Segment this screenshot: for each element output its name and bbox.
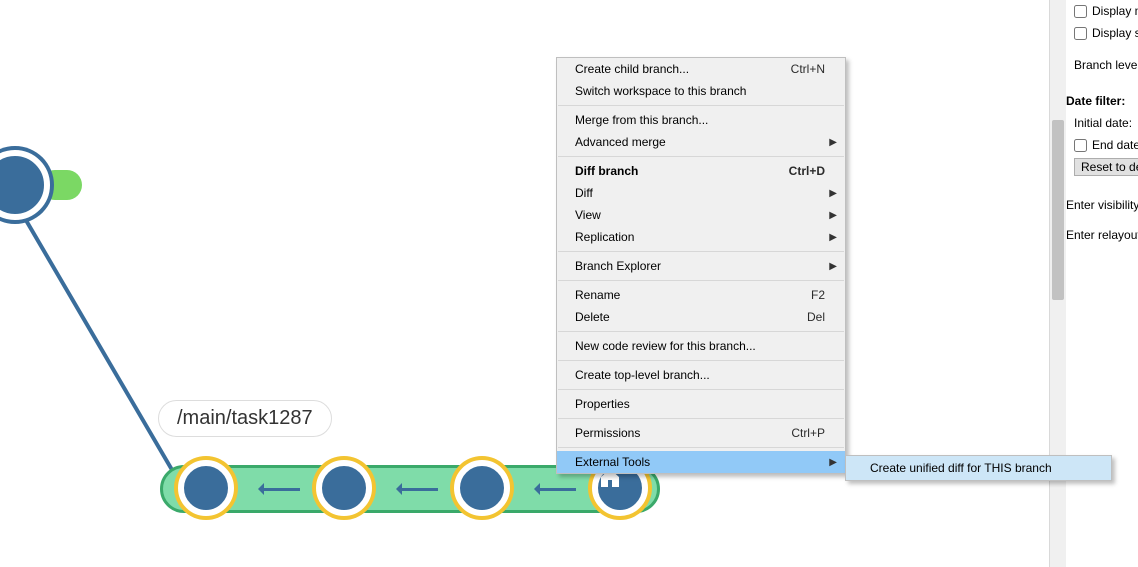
menu-create-child-branch[interactable]: Create child branch... Ctrl+N (557, 58, 845, 80)
menu-create-unified-diff[interactable]: Create unified diff for THIS branch (846, 456, 1111, 480)
enter-visibility-label: Enter visibility (1066, 198, 1138, 212)
menu-merge-from-branch[interactable]: Merge from this branch... (557, 109, 845, 131)
chevron-right-icon: ▶ (829, 457, 837, 468)
commit-node[interactable] (178, 460, 234, 516)
date-filter-heading: Date filter: (1066, 94, 1125, 108)
menu-separator (558, 105, 844, 106)
menu-view[interactable]: View ▶ (557, 204, 845, 226)
commit-node[interactable] (454, 460, 510, 516)
end-date-label: End date (1092, 138, 1138, 152)
display-m-label: Display m (1092, 4, 1138, 18)
branch-context-menu: Create child branch... Ctrl+N Switch wor… (556, 57, 846, 474)
branch-levels-label: Branch level: (1074, 58, 1138, 72)
menu-new-code-review[interactable]: New code review for this branch... (557, 335, 845, 357)
branch-canvas[interactable]: /main/task1287 (0, 0, 1049, 567)
menu-separator (558, 389, 844, 390)
initial-date-label: Initial date: (1074, 116, 1132, 130)
display-m-checkbox[interactable] (1074, 5, 1087, 18)
chevron-right-icon: ▶ (829, 232, 837, 243)
scrollbar-thumb[interactable] (1052, 120, 1064, 300)
menu-diff-branch[interactable]: Diff branch Ctrl+D (557, 160, 845, 182)
end-date-checkbox[interactable] (1074, 139, 1087, 152)
menu-switch-workspace[interactable]: Switch workspace to this branch (557, 80, 845, 102)
menu-separator (558, 331, 844, 332)
menu-replication[interactable]: Replication ▶ (557, 226, 845, 248)
commit-node[interactable] (316, 460, 372, 516)
reset-defaults-button[interactable]: Reset to de (1074, 158, 1138, 176)
display-s-checkbox[interactable] (1074, 27, 1087, 40)
menu-separator (558, 251, 844, 252)
menu-permissions[interactable]: Permissions Ctrl+P (557, 422, 845, 444)
menu-separator (558, 447, 844, 448)
menu-diff[interactable]: Diff ▶ (557, 182, 845, 204)
commit-link (260, 488, 300, 491)
menu-delete[interactable]: Delete Del (557, 306, 845, 328)
enter-relayout-label: Enter relayout (1066, 228, 1138, 242)
menu-create-top-level-branch[interactable]: Create top-level branch... (557, 364, 845, 386)
commit-link (398, 488, 438, 491)
menu-properties[interactable]: Properties (557, 393, 845, 415)
commit-link (536, 488, 576, 491)
display-s-label: Display s (1092, 26, 1138, 40)
menu-separator (558, 156, 844, 157)
menu-advanced-merge[interactable]: Advanced merge ▶ (557, 131, 845, 153)
menu-rename[interactable]: Rename F2 (557, 284, 845, 306)
vertical-scrollbar[interactable] (1049, 0, 1066, 567)
menu-external-tools[interactable]: External Tools ▶ (557, 451, 845, 473)
chevron-right-icon: ▶ (829, 210, 837, 221)
chevron-right-icon: ▶ (829, 137, 837, 148)
options-panel: Display m Display s Branch level: Date f… (1066, 0, 1138, 567)
menu-separator (558, 360, 844, 361)
menu-branch-explorer[interactable]: Branch Explorer ▶ (557, 255, 845, 277)
menu-separator (558, 280, 844, 281)
menu-separator (558, 418, 844, 419)
branch-label[interactable]: /main/task1287 (158, 400, 332, 437)
chevron-right-icon: ▶ (829, 188, 837, 199)
chevron-right-icon: ▶ (829, 261, 837, 272)
external-tools-submenu: Create unified diff for THIS branch (845, 455, 1112, 481)
